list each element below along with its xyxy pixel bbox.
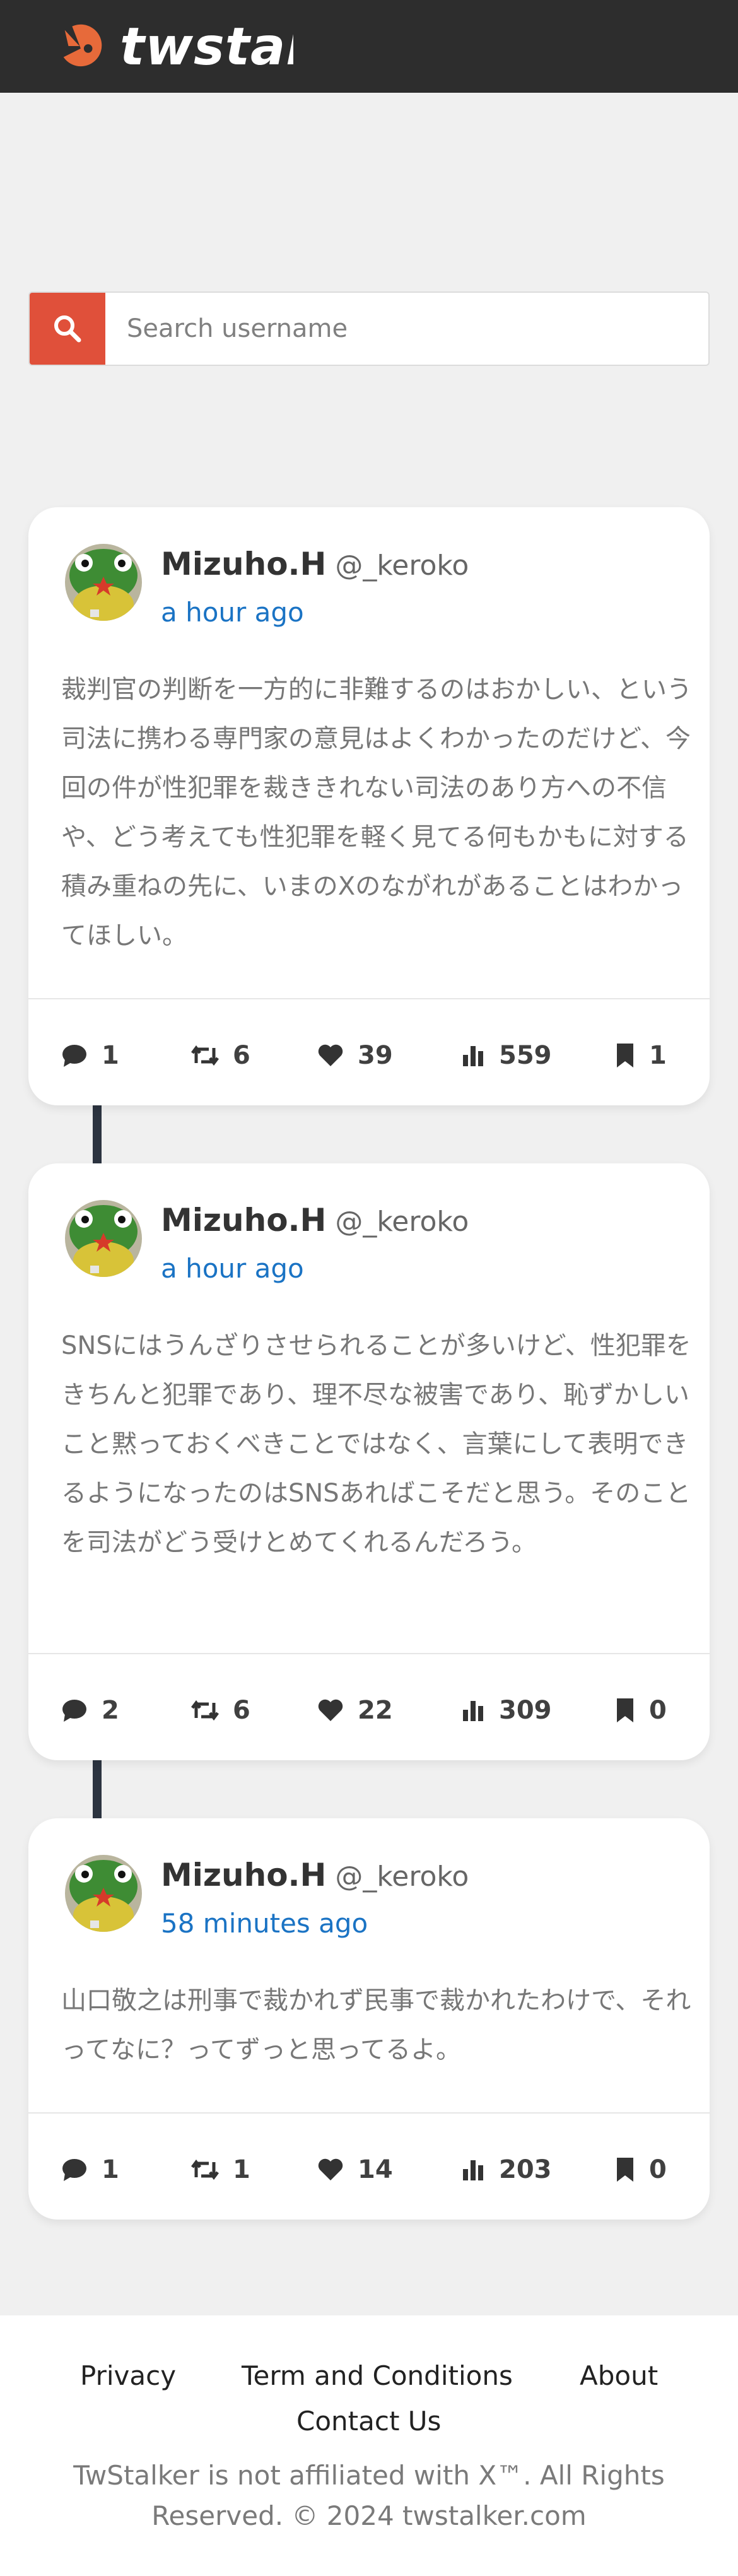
bookmark-stat[interactable]: 1 bbox=[615, 1018, 667, 1093]
bar-chart-icon bbox=[463, 2160, 483, 2180]
reply-count: 2 bbox=[102, 1696, 119, 1725]
bookmark-icon bbox=[617, 2158, 633, 2182]
divider bbox=[28, 2112, 710, 2114]
display-name[interactable]: Mizuho.H @_keroko bbox=[161, 1200, 469, 1242]
bookmark-stat[interactable]: 0 bbox=[615, 2132, 667, 2208]
bar-chart-icon bbox=[463, 1701, 483, 1721]
views-stat[interactable]: 309 bbox=[461, 1673, 552, 1748]
retweet-icon bbox=[191, 1700, 219, 1721]
username-handle[interactable]: @_keroko bbox=[335, 1861, 469, 1893]
timestamp[interactable]: 58 minutes ago bbox=[161, 1905, 368, 1942]
bookmark-icon bbox=[617, 1044, 633, 1067]
tweet-card[interactable]: Mizuho.H @_keroko a hour ago 裁判官の判断を一方的に非… bbox=[28, 507, 710, 1105]
search-bar bbox=[28, 291, 710, 366]
heart-icon bbox=[318, 1699, 343, 1721]
page-footer: Privacy Term and Conditions About Contac… bbox=[0, 2315, 738, 2576]
like-count: 14 bbox=[358, 2155, 393, 2184]
reply-count: 1 bbox=[102, 2155, 119, 2184]
reply-stat[interactable]: 2 bbox=[61, 1673, 119, 1748]
like-stat[interactable]: 39 bbox=[317, 1018, 393, 1093]
username-handle[interactable]: @_keroko bbox=[335, 550, 469, 582]
views-stat[interactable]: 203 bbox=[461, 2132, 552, 2208]
twstalker-logo-icon[interactable] bbox=[56, 21, 105, 71]
tweet-text: 山口敬之は刑事で裁かれず民事で裁かれたわけで、それってなに？ってずっと思ってるよ… bbox=[61, 1986, 691, 2064]
footer-link-about[interactable]: About bbox=[580, 2357, 658, 2395]
divider bbox=[28, 1653, 710, 1654]
thread-connector bbox=[93, 1105, 102, 1163]
thread-connector bbox=[93, 1760, 102, 1818]
comment-icon bbox=[62, 2159, 86, 2181]
display-name-text[interactable]: Mizuho.H bbox=[161, 1202, 326, 1238]
logo-text[interactable]: twstal bbox=[120, 13, 293, 82]
footer-link-contact[interactable]: Contact Us bbox=[296, 2403, 441, 2440]
retweet-count: 6 bbox=[233, 1696, 250, 1725]
heart-icon bbox=[318, 1044, 343, 1066]
top-header: twstal bbox=[0, 0, 738, 93]
display-name[interactable]: Mizuho.H @_keroko bbox=[161, 544, 469, 586]
bookmark-stat[interactable]: 0 bbox=[615, 1673, 667, 1748]
like-stat[interactable]: 14 bbox=[317, 2132, 393, 2208]
footer-link-terms[interactable]: Term and Conditions bbox=[242, 2357, 513, 2395]
tweet-stats: 2 6 22 309 0 bbox=[28, 1673, 710, 1748]
retweet-icon bbox=[191, 1045, 219, 1066]
views-count: 559 bbox=[499, 1041, 552, 1070]
timestamp[interactable]: a hour ago bbox=[161, 1250, 304, 1287]
bookmark-count: 0 bbox=[649, 2155, 667, 2184]
comment-icon bbox=[62, 1045, 86, 1067]
views-stat[interactable]: 559 bbox=[461, 1018, 552, 1093]
reply-stat[interactable]: 1 bbox=[61, 2132, 119, 2208]
display-name-text[interactable]: Mizuho.H bbox=[161, 546, 326, 582]
like-stat[interactable]: 22 bbox=[317, 1673, 393, 1748]
reply-stat[interactable]: 1 bbox=[61, 1018, 119, 1093]
retweet-stat[interactable]: 1 bbox=[191, 2132, 250, 2208]
avatar[interactable] bbox=[65, 1855, 142, 1932]
bookmark-count: 1 bbox=[649, 1041, 667, 1070]
avatar[interactable] bbox=[65, 544, 142, 621]
display-name[interactable]: Mizuho.H @_keroko bbox=[161, 1855, 469, 1897]
tweet-stats: 1 6 39 559 1 bbox=[28, 1018, 710, 1093]
views-count: 203 bbox=[499, 2155, 552, 2184]
bookmark-icon bbox=[617, 1698, 633, 1722]
display-name-text[interactable]: Mizuho.H bbox=[161, 1857, 326, 1893]
search-button[interactable] bbox=[30, 293, 105, 365]
heart-icon bbox=[318, 2158, 343, 2180]
retweet-stat[interactable]: 6 bbox=[191, 1673, 250, 1748]
retweet-icon bbox=[191, 2159, 219, 2180]
search-icon bbox=[54, 315, 81, 343]
bar-chart-icon bbox=[463, 1046, 483, 1066]
timestamp[interactable]: a hour ago bbox=[161, 594, 304, 631]
tweet-card[interactable]: Mizuho.H @_keroko 58 minutes ago 山口敬之は刑事で… bbox=[28, 1818, 710, 2220]
avatar[interactable] bbox=[65, 1200, 142, 1277]
like-count: 39 bbox=[358, 1041, 393, 1070]
tweet-text: 裁判官の判断を一方的に非難するのはおかしい、という司法に携わる専門家の意見はよく… bbox=[61, 675, 692, 950]
tweet-stats: 1 1 14 203 0 bbox=[28, 2132, 710, 2208]
username-handle[interactable]: @_keroko bbox=[335, 1206, 469, 1238]
views-count: 309 bbox=[499, 1696, 552, 1725]
copyright-text: TwStalker is not affiliated with X™. All… bbox=[73, 2460, 665, 2531]
divider bbox=[28, 998, 710, 999]
retweet-stat[interactable]: 6 bbox=[191, 1018, 250, 1093]
retweet-count: 1 bbox=[233, 2155, 250, 2184]
tweet-text: SNSにはうんざりさせられることが多いけど、性犯罪をきちんと犯罪であり、理不尽な… bbox=[61, 1331, 691, 1557]
tweet-card[interactable]: Mizuho.H @_keroko a hour ago SNSにはうんざりさせら… bbox=[28, 1163, 710, 1760]
bookmark-count: 0 bbox=[649, 1696, 667, 1725]
like-count: 22 bbox=[358, 1696, 393, 1725]
reply-count: 1 bbox=[102, 1041, 119, 1070]
comment-icon bbox=[62, 1700, 86, 1722]
search-input[interactable] bbox=[105, 293, 708, 365]
retweet-count: 6 bbox=[233, 1041, 250, 1070]
footer-link-privacy[interactable]: Privacy bbox=[80, 2357, 176, 2395]
